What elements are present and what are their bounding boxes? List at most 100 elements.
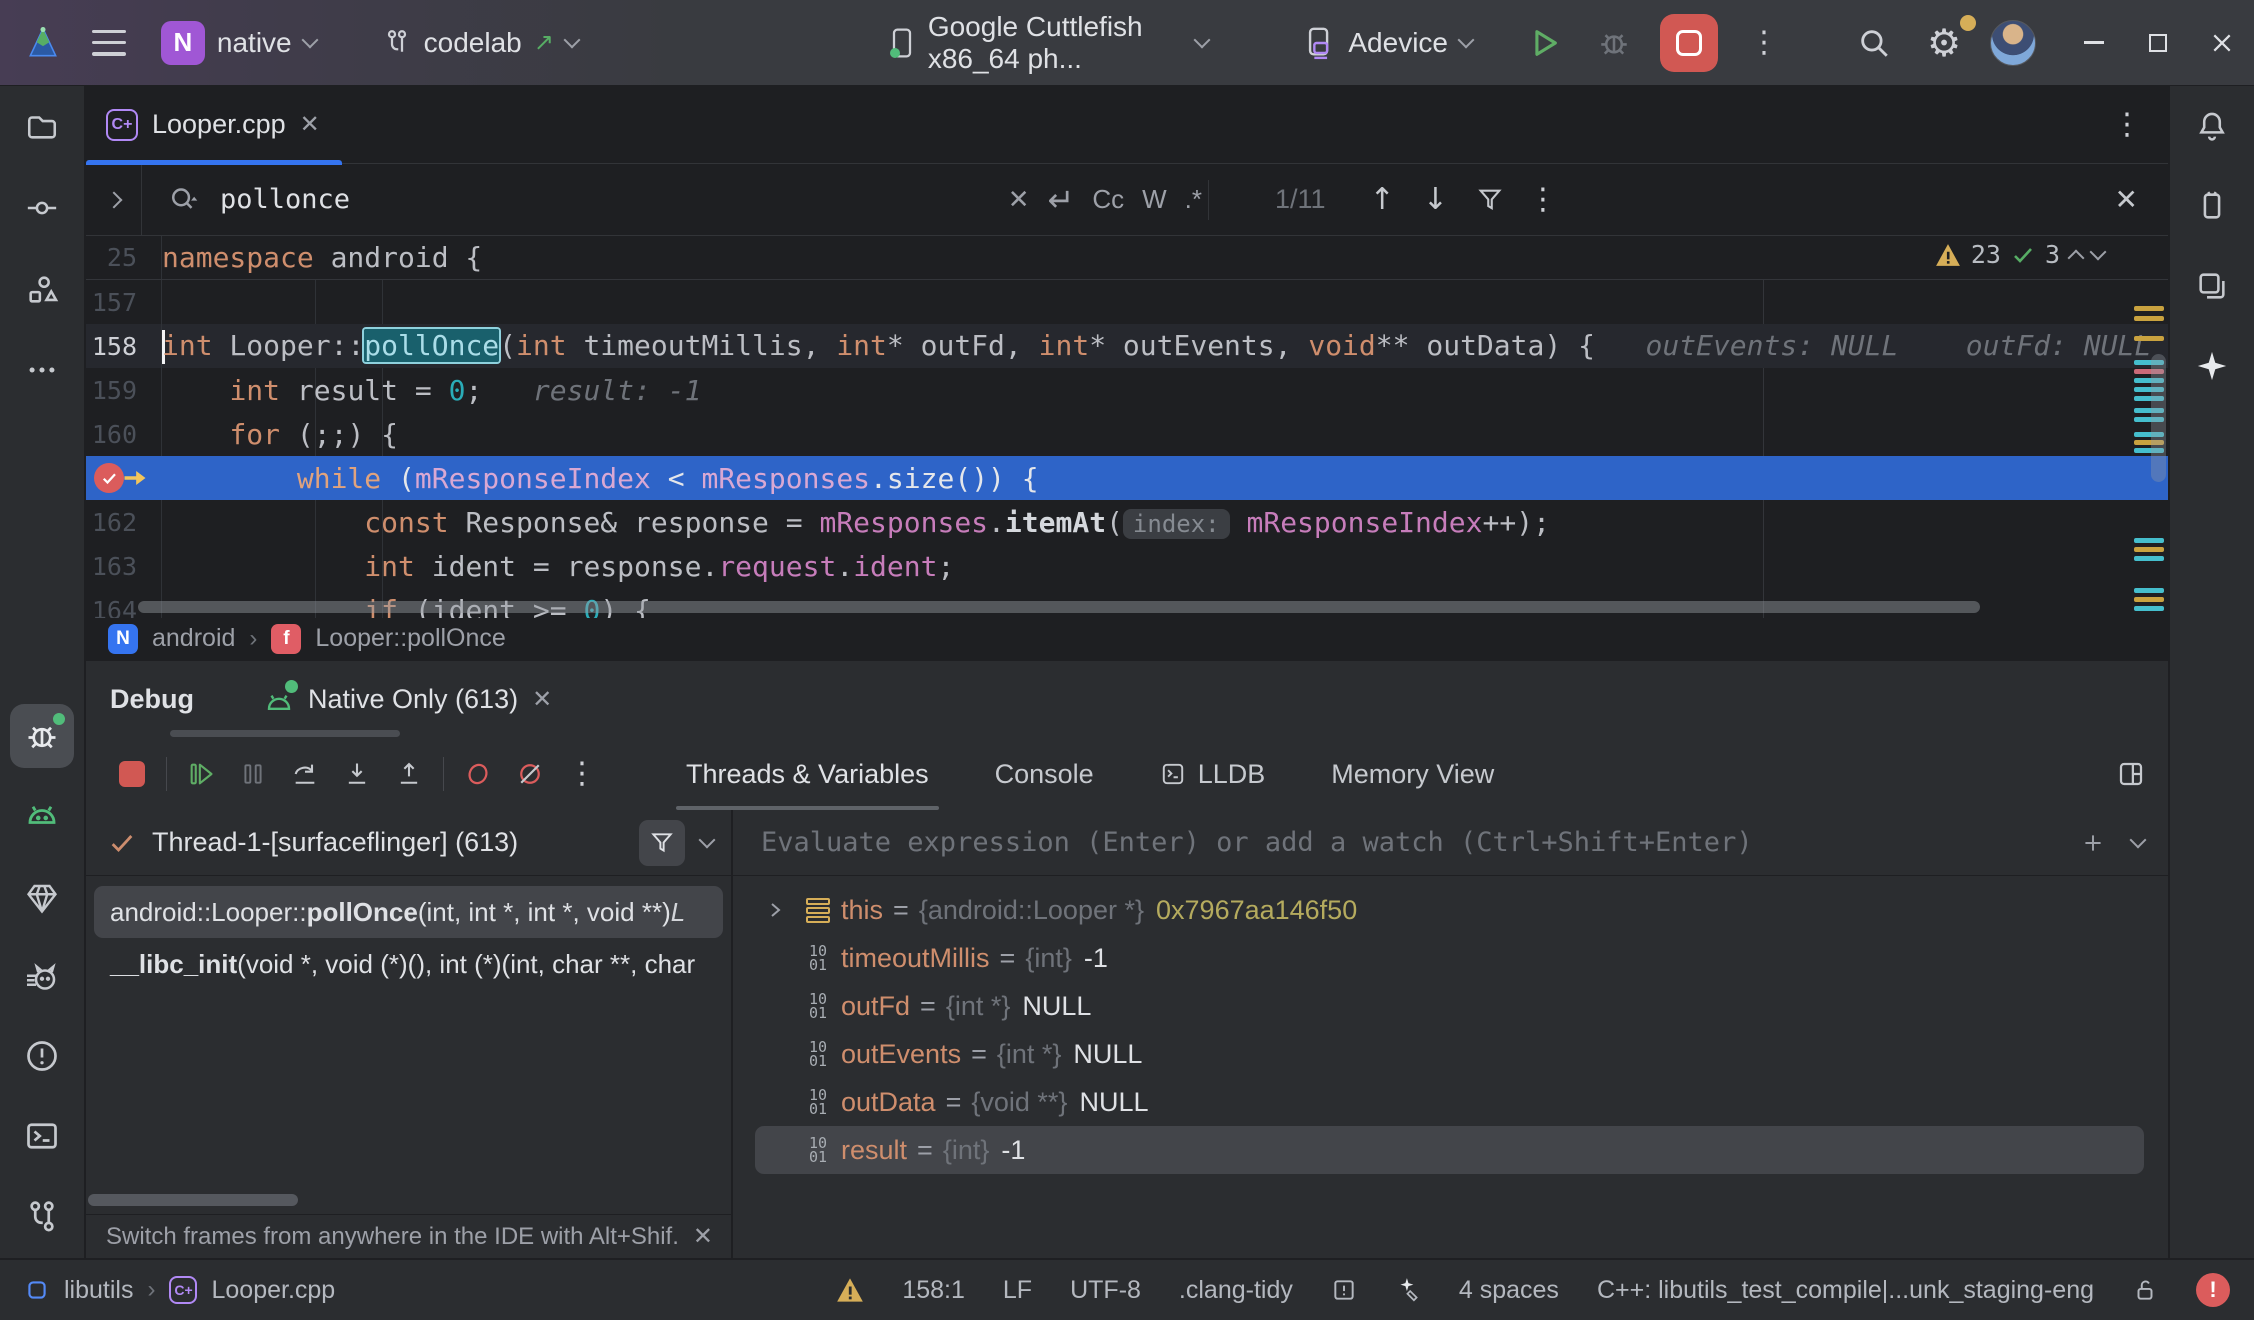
notifications-bell-icon[interactable] (2180, 94, 2244, 158)
previous-problem-icon[interactable] (2068, 249, 2085, 266)
inspections-widget[interactable]: 23 3 (1935, 240, 2104, 269)
step-into-icon[interactable] (331, 748, 383, 800)
variable-row-outData[interactable]: 1001outData={void **}NULL (755, 1078, 2144, 1126)
clear-search-icon[interactable]: ✕ (1008, 184, 1030, 215)
window-close-button[interactable] (2190, 0, 2254, 86)
stripe-mark[interactable] (2134, 588, 2164, 593)
gemini-sparkle-icon[interactable] (2180, 334, 2244, 398)
variable-row-result[interactable]: 1001result={int}-1 (755, 1126, 2144, 1174)
debug-tool-icon[interactable] (10, 704, 74, 768)
expand-chevron-icon[interactable] (755, 902, 795, 918)
variables-tree[interactable]: this={android::Looper *}0x7967aa146f5010… (733, 876, 2168, 1258)
stripe-mark[interactable] (2134, 316, 2164, 321)
debug-tab-threads-variables[interactable]: Threads & Variables (686, 738, 929, 810)
main-menu-icon[interactable] (92, 19, 127, 67)
session-tab-close-icon[interactable]: ✕ (532, 688, 552, 712)
gutter-162[interactable]: 162 (86, 500, 162, 544)
next-occurrence-icon[interactable]: ↓ (1423, 182, 1448, 217)
variable-row-this[interactable]: this={android::Looper *}0x7967aa146f50 (755, 886, 2144, 934)
variable-row-outFd[interactable]: 1001outFd={int *}NULL (755, 982, 2144, 1030)
debug-button[interactable] (1590, 19, 1638, 67)
session-tabs-scrollbar[interactable] (170, 730, 400, 737)
status-file[interactable]: Looper.cpp (211, 1276, 335, 1305)
debug-session-tab[interactable]: Native Only (613) ✕ (264, 684, 552, 715)
words-toggle[interactable]: W (1142, 184, 1167, 215)
structure-tool-icon[interactable] (10, 258, 74, 322)
code-line-163[interactable]: 163 int ident = response.request.ident; (86, 544, 2168, 588)
gutter-163[interactable]: 163 (86, 544, 162, 588)
stripe-mark[interactable] (2134, 538, 2164, 543)
code-line-157[interactable]: 157 (86, 280, 2168, 324)
stripe-mark[interactable] (2134, 597, 2164, 602)
next-problem-icon[interactable] (2090, 243, 2107, 260)
pause-program-icon[interactable] (227, 748, 279, 800)
version-control-tool-icon[interactable] (10, 1184, 74, 1248)
evaluate-expression-bar[interactable]: Evaluate expression (Enter) or add a wat… (733, 810, 2168, 876)
hide-frames-filter-icon[interactable] (639, 820, 685, 866)
frame-row-1[interactable]: __libc_init(void *, void (*)(), int (*)(… (94, 938, 723, 990)
tab-close-icon[interactable]: ✕ (300, 113, 320, 137)
frames-horizontal-scrollbar[interactable] (88, 1194, 298, 1206)
debug-tab-memory-view[interactable]: Memory View (1331, 738, 1494, 810)
previous-occurrence-icon[interactable]: ↑ (1370, 182, 1395, 217)
editor-horizontal-scrollbar[interactable] (138, 601, 1980, 613)
stop-button[interactable] (1660, 14, 1718, 72)
code-line-160[interactable]: 160 for (;;) { (86, 412, 2168, 456)
resume-program-icon[interactable] (175, 748, 227, 800)
debug-tab-lldb[interactable]: LLDB (1160, 738, 1266, 810)
tab-looper-cpp[interactable]: C+ Looper.cpp ✕ (86, 86, 342, 164)
gutter-157[interactable]: 157 (86, 280, 162, 324)
frames-list[interactable]: android::Looper::pollOnce(int, int *, in… (86, 876, 731, 1214)
stop-process-icon[interactable] (106, 748, 158, 800)
debug-tab-console[interactable]: Console (995, 738, 1094, 810)
filter-search-icon[interactable] (1476, 186, 1504, 214)
breadcrumb-item[interactable]: Looper::pollOnce (315, 624, 505, 653)
match-case-toggle[interactable]: Cc (1092, 184, 1124, 215)
layout-settings-icon[interactable] (2116, 759, 2146, 789)
logcat-tool-icon[interactable] (10, 946, 74, 1010)
tab-options-icon[interactable]: ⋮ (2112, 110, 2142, 140)
mute-breakpoints-icon[interactable] (504, 748, 556, 800)
code-line-161[interactable]: while (mResponseIndex < mResponses.size(… (86, 456, 2168, 500)
step-over-icon[interactable] (279, 748, 331, 800)
more-actions-icon[interactable]: ⋮ (1740, 19, 1788, 67)
gutter-158[interactable]: 158 (86, 324, 162, 368)
search-options-icon[interactable]: ⋮ (1528, 185, 1558, 215)
unlocked-icon[interactable] (2132, 1276, 2158, 1304)
regex-toggle[interactable]: .* (1185, 184, 1202, 215)
window-minimize-button[interactable] (2062, 0, 2126, 86)
search-history-icon[interactable] (168, 184, 202, 216)
stripe-mark[interactable] (2134, 336, 2164, 341)
ai-autocomplete-icon[interactable] (1395, 1276, 1421, 1304)
device-selector[interactable]: Google Cuttlefish x86_64 ph... (888, 11, 1209, 75)
sticky-line-25[interactable]: 25namespace android { (86, 236, 2168, 280)
run-button[interactable] (1520, 19, 1568, 67)
code-line-158[interactable]: 158int Looper::pollOnce(int timeoutMilli… (86, 324, 2168, 368)
thread-selector[interactable]: Thread-1-[surfaceflinger] (613) (86, 810, 731, 876)
window-maximize-button[interactable] (2126, 0, 2190, 86)
step-out-icon[interactable] (383, 748, 435, 800)
variable-row-timeoutMillis[interactable]: 1001timeoutMillis={int}-1 (755, 934, 2144, 982)
stripe-mark[interactable] (2134, 606, 2164, 611)
device-manager-icon[interactable] (2180, 174, 2244, 238)
view-breakpoints-icon[interactable] (452, 748, 504, 800)
chevron-down-icon[interactable] (2130, 831, 2147, 848)
search-input[interactable]: pollonce (220, 184, 990, 215)
commit-tool-icon[interactable] (10, 176, 74, 240)
close-search-icon[interactable]: ✕ (2115, 183, 2138, 216)
search-field[interactable]: pollonce ✕ ↵ Cc W .* (142, 181, 1202, 219)
vcs-branch-widget[interactable]: codelab ↗ (382, 27, 578, 59)
breadcrumb-item[interactable]: android (152, 624, 235, 653)
gutter-159[interactable]: 159 (86, 368, 162, 412)
running-devices-tool-icon[interactable] (10, 786, 74, 850)
stripe-mark[interactable] (2134, 547, 2164, 552)
adevice-widget[interactable]: Adevice (1304, 26, 1472, 60)
caret-position[interactable]: 158:1 (902, 1276, 965, 1305)
editor-vertical-scrollbar[interactable] (2151, 354, 2166, 482)
code-line-159[interactable]: 159 int result = 0; result: -1 (86, 368, 2168, 412)
chevron-down-icon[interactable] (699, 831, 716, 848)
expand-replace-icon[interactable] (86, 164, 142, 236)
file-encoding[interactable]: UTF-8 (1070, 1276, 1141, 1305)
resource-manager-icon[interactable] (2180, 254, 2244, 318)
gutter-25[interactable]: 25 (86, 236, 162, 279)
